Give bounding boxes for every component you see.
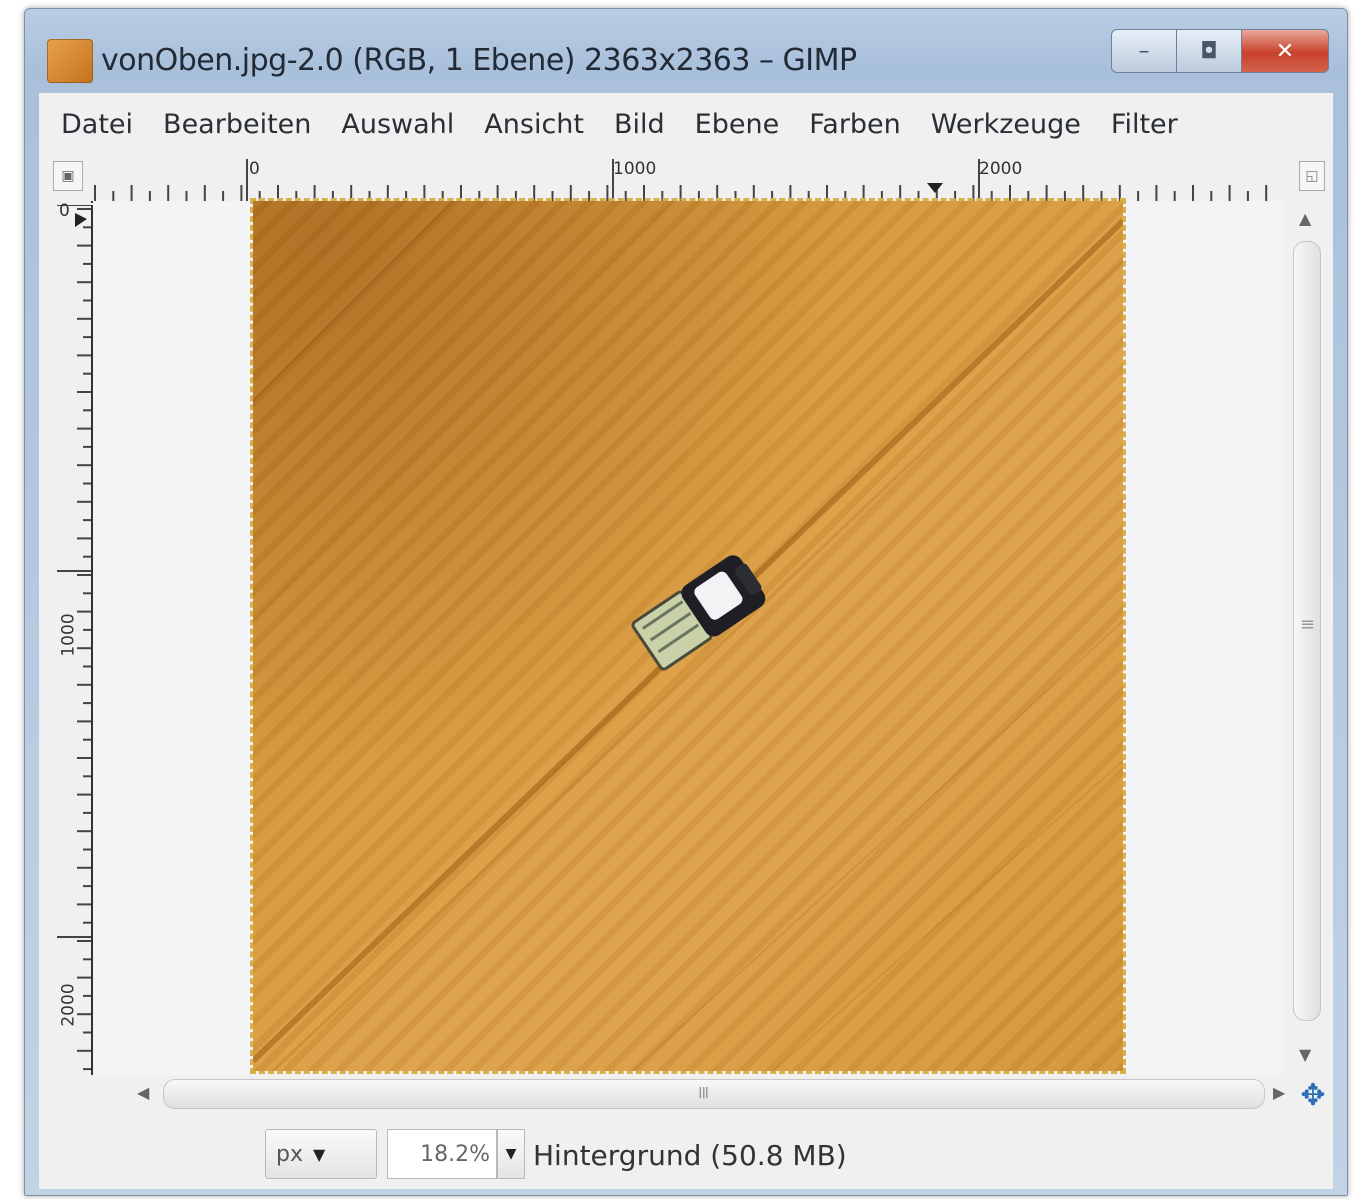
horizontal-ruler[interactable]: 0 1000 2000 <box>91 157 1283 203</box>
field-track-lines <box>253 201 1123 1071</box>
vertical-ruler[interactable]: 0 1000 2000 <box>55 201 93 1075</box>
horizontal-scroll-thumb[interactable]: ≡ <box>163 1079 1265 1109</box>
navigate-image-icon[interactable]: ✥ <box>1295 1077 1331 1113</box>
horizontal-scrollbar[interactable]: ◀ ≡ ▶ <box>93 1077 1293 1113</box>
vruler-label-0: 0 <box>59 201 70 221</box>
zoom-dropdown-chevron-icon[interactable]: ▼ <box>497 1129 525 1179</box>
quick-mask-toggle-icon[interactable]: ▣ <box>53 161 83 191</box>
grip-icon: ≡ <box>693 1084 715 1101</box>
menu-ansicht[interactable]: Ansicht <box>469 109 599 140</box>
harvester-icon <box>631 555 766 671</box>
gimp-app-icon <box>47 39 93 83</box>
image-window-client: Datei Bearbeiten Auswahl Ansicht Bild Eb… <box>39 93 1333 1189</box>
vruler-label-2000: 2000 <box>58 983 79 1027</box>
close-button[interactable]: ✕ <box>1241 29 1329 73</box>
chevron-down-icon: ▼ <box>312 1144 326 1164</box>
window-controls: – ◘ ✕ <box>1111 29 1329 73</box>
zoom-on-resize-toggle-icon[interactable]: ◱ <box>1299 161 1325 191</box>
menu-werkzeuge[interactable]: Werkzeuge <box>916 109 1096 140</box>
unit-select[interactable]: px ▼ <box>265 1129 377 1179</box>
window-title: vonOben.jpg-2.0 (RGB, 1 Ebene) 2363x2363… <box>101 43 857 78</box>
menu-auswahl[interactable]: Auswahl <box>326 109 469 140</box>
menu-bild[interactable]: Bild <box>599 109 680 140</box>
minimize-button[interactable]: – <box>1111 29 1177 73</box>
menu-datei[interactable]: Datei <box>39 109 148 140</box>
canvas-area[interactable] <box>93 198 1283 1075</box>
menu-ebene[interactable]: Ebene <box>680 109 795 140</box>
horizontal-ruler-ticks <box>94 159 1268 201</box>
vertical-scroll-thumb[interactable]: ≡ <box>1293 241 1321 1021</box>
grip-icon: ≡ <box>1300 614 1316 635</box>
status-bar: px ▼ 18.2% ▼ Hintergrund (50.8 MB) <box>39 1117 1333 1187</box>
scroll-up-arrow-icon[interactable]: ▲ <box>1299 209 1311 228</box>
pointer-marker-icon <box>927 183 943 193</box>
title-bar[interactable]: vonOben.jpg-2.0 (RGB, 1 Ebene) 2363x2363… <box>25 9 1347 93</box>
menu-bar: Datei Bearbeiten Auswahl Ansicht Bild Eb… <box>39 93 1333 155</box>
scroll-right-arrow-icon[interactable]: ▶ <box>1273 1083 1285 1102</box>
maximize-button[interactable]: ◘ <box>1176 29 1242 73</box>
scroll-left-arrow-icon[interactable]: ◀ <box>137 1083 149 1102</box>
hruler-label-2000: 2000 <box>979 159 1023 179</box>
menu-farben[interactable]: Farben <box>794 109 916 140</box>
menu-bearbeiten[interactable]: Bearbeiten <box>148 109 326 140</box>
vertical-scrollbar[interactable]: ▲ ≡ ▼ <box>1287 201 1327 1075</box>
image-canvas[interactable] <box>250 198 1126 1074</box>
layer-info-text: Hintergrund (50.8 MB) <box>533 1139 847 1172</box>
zoom-input[interactable]: 18.2% <box>387 1129 497 1179</box>
vruler-label-1000: 1000 <box>58 613 79 657</box>
unit-value: px <box>276 1141 303 1167</box>
scroll-down-arrow-icon[interactable]: ▼ <box>1299 1045 1311 1064</box>
menu-filter[interactable]: Filter <box>1096 109 1193 140</box>
hruler-label-0: 0 <box>249 159 260 179</box>
hruler-label-1000: 1000 <box>613 159 657 179</box>
vertical-pointer-marker-icon <box>75 213 87 227</box>
gimp-image-window: vonOben.jpg-2.0 (RGB, 1 Ebene) 2363x2363… <box>24 8 1348 1196</box>
